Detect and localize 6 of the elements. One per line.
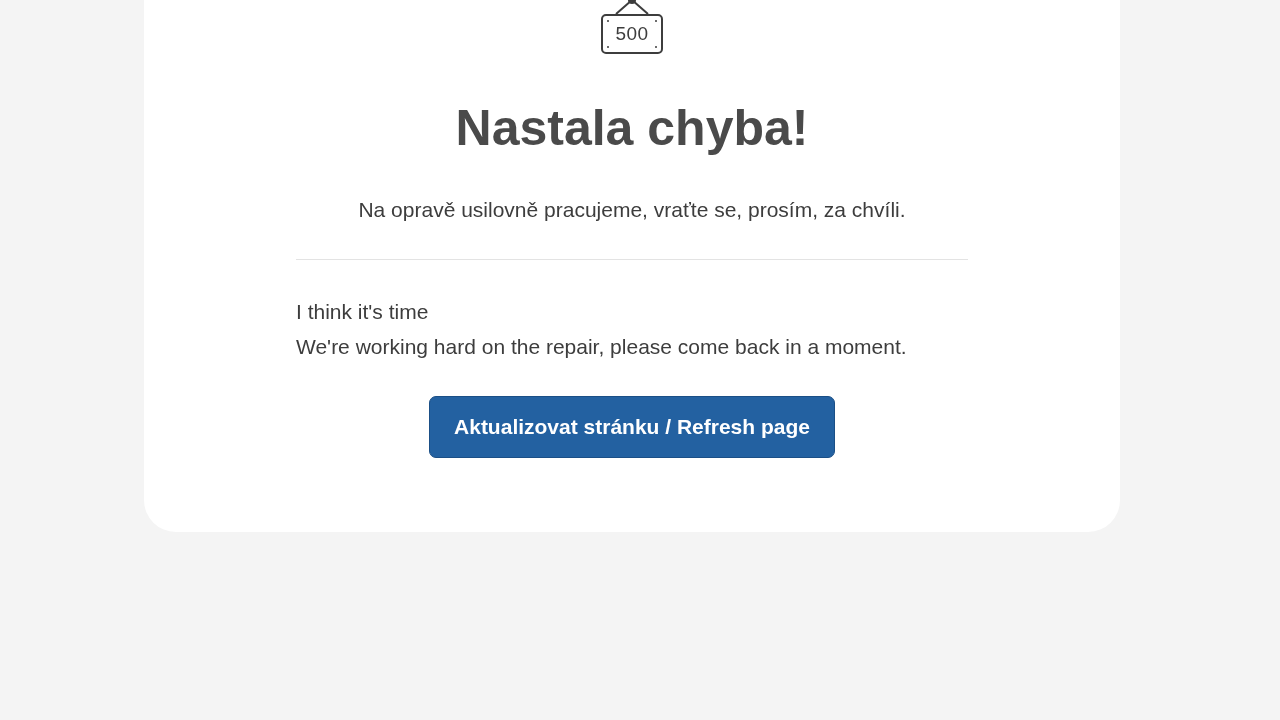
- message-line: I think it's time: [296, 299, 430, 325]
- message-line: We're working hard on the repair, please come back in a moment.: [296, 334, 908, 360]
- error-title: Nastala chyba!: [455, 100, 809, 156]
- error-code: 500: [615, 23, 649, 45]
- refresh-button[interactable]: Aktualizovat stránku / Refresh page: [429, 396, 835, 458]
- error-message: Na opravě usilovně pracujeme, vraťte se, prosím, za chvíli.: [358, 197, 906, 223]
